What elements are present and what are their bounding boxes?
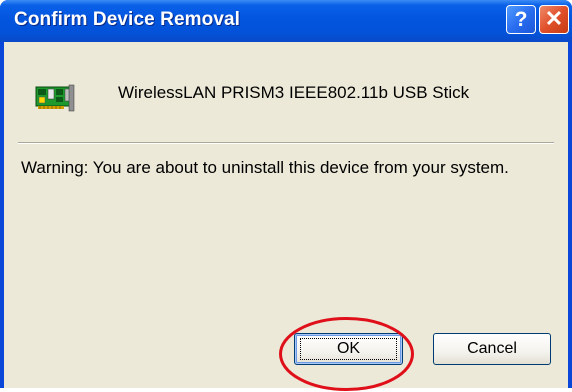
warning-message: Warning: You are about to uninstall this…	[21, 158, 509, 177]
ok-button[interactable]: OK	[294, 333, 403, 365]
dialog-body: WirelessLAN PRISM3 IEEE802.11b USB Stick…	[4, 42, 568, 391]
close-button[interactable]: ✕	[539, 5, 569, 34]
separator-line	[18, 142, 554, 144]
ok-button-label: OK	[336, 340, 361, 357]
window-title: Confirm Device Removal	[14, 9, 241, 30]
cancel-button[interactable]: Cancel	[433, 333, 551, 365]
device-name: WirelessLAN PRISM3 IEEE802.11b USB Stick	[118, 83, 470, 102]
dialog-window: Confirm Device Removal ? ✕ WirelessLAN P…	[0, 0, 572, 391]
network-card-icon	[35, 84, 75, 112]
title-bar[interactable]: Confirm Device Removal ? ✕	[0, 0, 572, 42]
help-button[interactable]: ?	[506, 5, 536, 34]
